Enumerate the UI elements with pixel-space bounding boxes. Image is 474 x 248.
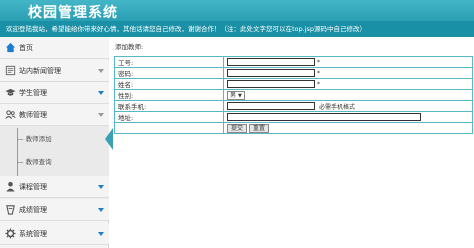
news-icon xyxy=(5,65,16,76)
form-title: 添加教师: xyxy=(115,43,144,51)
welcome-notice: 欢迎登陆我站，希望能给你带来好心情，其他话请您自己修改，谢谢合作！（注：此处文字… xyxy=(0,21,474,37)
gear-icon xyxy=(5,228,16,239)
sidebar-item-news[interactable]: 站内新闻管理 xyxy=(0,60,109,82)
empty-cell xyxy=(114,122,224,134)
sidebar-item-label: 学生管理 xyxy=(19,89,47,97)
sidebar-item-label: 教师管理 xyxy=(19,111,47,119)
phone-format-hint: 必需手机格式 xyxy=(319,103,356,111)
form-row-actions: 提交 重置 xyxy=(114,122,473,134)
chevron-down-icon xyxy=(98,113,104,117)
submenu-item-add-teacher[interactable]: — 教师添加 xyxy=(17,133,52,143)
sidebar-item-teachers[interactable]: 教师管理 xyxy=(0,104,109,126)
required-marker: * xyxy=(317,69,320,77)
chevron-down-icon xyxy=(98,69,104,73)
sidebar-item-label: 课程管理 xyxy=(19,183,47,191)
app-header: 校园管理系统 xyxy=(0,0,474,21)
chevron-down-icon: ▼ xyxy=(237,92,242,99)
app-title: 校园管理系统 xyxy=(28,5,118,21)
required-marker: * xyxy=(317,80,320,88)
chevron-down-icon xyxy=(98,232,104,236)
field-label: 性别: xyxy=(114,89,224,101)
address-input[interactable] xyxy=(227,113,421,121)
user-icon xyxy=(6,181,15,192)
chevron-down-icon xyxy=(98,208,104,212)
field-label: 地址: xyxy=(114,111,224,123)
required-marker: * xyxy=(317,58,320,66)
form-row-address: 地址: xyxy=(114,111,473,123)
form-row-password: 密码: * xyxy=(114,67,473,79)
form-row-phone: 联系手机: 必需手机格式 xyxy=(114,100,473,112)
sidebar-item-label: 首页 xyxy=(19,44,33,52)
graduation-cap-icon xyxy=(5,88,16,96)
sidebar-item-label: 站内新闻管理 xyxy=(19,67,61,75)
add-teacher-form: 工号: * 密码: * 姓名: * 性别: 男 ▼ 联系手机: 必需手机格式 地… xyxy=(114,56,473,134)
reset-button[interactable]: 重置 xyxy=(249,123,270,133)
home-icon xyxy=(5,42,16,53)
sidebar-item-home[interactable]: 首页 xyxy=(0,37,109,59)
sidebar-item-label: 系统管理 xyxy=(19,230,47,238)
chevron-down-icon xyxy=(98,91,104,95)
field-label: 工号: xyxy=(114,56,224,68)
password-input[interactable] xyxy=(227,69,315,77)
form-row-employee-id: 工号: * xyxy=(114,56,473,68)
sidebar-item-system[interactable]: 系统管理 xyxy=(0,223,109,245)
phone-input[interactable] xyxy=(227,102,315,110)
teacher-icon xyxy=(5,110,16,119)
submenu-item-label: 教师添加 xyxy=(25,135,52,143)
form-row-name: 姓名: * xyxy=(114,78,473,90)
form-row-gender: 性别: 男 ▼ xyxy=(114,89,473,101)
sidebar: 首页 站内新闻管理 学生管理 教师管理 — 教师添加 — 教师查询 课程管理 成… xyxy=(0,37,109,248)
gender-select-value: 男 xyxy=(230,91,237,99)
field-label: 姓名: xyxy=(114,78,224,90)
field-label: 联系手机: xyxy=(114,100,224,112)
submit-button[interactable]: 提交 xyxy=(227,123,248,133)
sidebar-item-label: 成绩管理 xyxy=(19,206,47,214)
name-input[interactable] xyxy=(227,80,315,88)
sidebar-item-courses[interactable]: 课程管理 xyxy=(0,176,109,198)
sidebar-item-students[interactable]: 学生管理 xyxy=(0,82,109,104)
gender-select[interactable]: 男 ▼ xyxy=(227,90,245,100)
submenu-item-label: 教师查询 xyxy=(25,158,52,166)
field-label: 密码: xyxy=(114,67,224,79)
chevron-down-icon xyxy=(98,185,104,189)
sidebar-item-scores[interactable]: 成绩管理 xyxy=(0,199,109,221)
active-page-marker xyxy=(105,128,113,150)
employee-id-input[interactable] xyxy=(227,58,315,66)
submenu-item-query-teacher[interactable]: — 教师查询 xyxy=(17,156,52,166)
score-icon xyxy=(6,205,15,215)
